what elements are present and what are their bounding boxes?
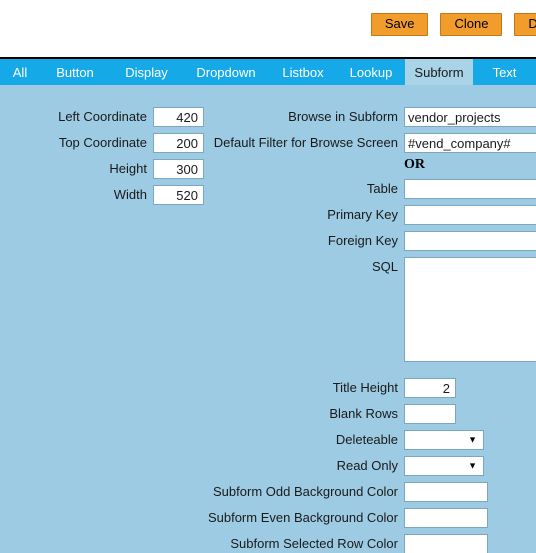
tab-display[interactable]: Display bbox=[110, 59, 183, 85]
sql-textarea[interactable] bbox=[404, 257, 536, 362]
deleteable-select[interactable]: ▼ bbox=[404, 430, 484, 450]
subform-properties-page: Save Clone Delete All Button Display Dro… bbox=[0, 0, 536, 553]
field-row-primary-key: Primary Key bbox=[204, 205, 536, 225]
clone-button[interactable]: Clone bbox=[440, 13, 503, 36]
default-filter-label: Default Filter for Browse Screen bbox=[213, 135, 398, 150]
read-only-select[interactable]: ▼ bbox=[404, 456, 484, 476]
field-row-odd-background-color: Subform Odd Background Color bbox=[204, 482, 488, 502]
field-row-read-only: Read Only ▼ bbox=[204, 456, 484, 476]
field-row-table: Table bbox=[204, 179, 536, 199]
top-toolbar: Save Clone Delete bbox=[0, 0, 536, 57]
selected-row-color-input[interactable] bbox=[404, 534, 488, 553]
odd-background-color-label: Subform Odd Background Color bbox=[213, 484, 398, 499]
save-button[interactable]: Save bbox=[370, 13, 429, 36]
field-row-even-background-color: Subform Even Background Color bbox=[204, 508, 488, 528]
height-label: Height bbox=[109, 161, 147, 176]
default-filter-input[interactable] bbox=[404, 133, 536, 153]
primary-key-input[interactable] bbox=[404, 205, 536, 225]
field-row-height: Height bbox=[0, 159, 204, 179]
primary-key-label: Primary Key bbox=[327, 207, 398, 222]
browse-in-subform-input[interactable] bbox=[404, 107, 536, 127]
width-input[interactable] bbox=[153, 185, 204, 205]
field-row-browse-in-subform: Browse in Subform bbox=[204, 107, 536, 127]
field-row-blank-rows: Blank Rows bbox=[204, 404, 456, 424]
foreign-key-label: Foreign Key bbox=[327, 233, 398, 248]
left-coordinate-input[interactable] bbox=[153, 107, 204, 127]
title-height-input[interactable] bbox=[404, 378, 456, 398]
read-only-label: Read Only bbox=[336, 458, 398, 473]
odd-background-color-input[interactable] bbox=[404, 482, 488, 502]
height-input[interactable] bbox=[153, 159, 204, 179]
field-row-selected-row-color: Subform Selected Row Color bbox=[204, 534, 488, 553]
field-row-deleteable: Deleteable ▼ bbox=[204, 430, 484, 450]
tab-lookup[interactable]: Lookup bbox=[337, 59, 405, 85]
tab-all[interactable]: All bbox=[0, 59, 40, 85]
chevron-down-icon: ▼ bbox=[468, 460, 477, 471]
blank-rows-label: Blank Rows bbox=[329, 406, 398, 421]
browse-in-subform-label: Browse in Subform bbox=[288, 109, 398, 124]
field-row-title-height: Title Height bbox=[204, 378, 456, 398]
left-coordinate-label: Left Coordinate bbox=[58, 109, 147, 124]
width-label: Width bbox=[113, 187, 147, 202]
tab-text[interactable]: Text bbox=[473, 59, 536, 85]
field-row-default-filter: Default Filter for Browse Screen bbox=[204, 133, 536, 153]
field-row-width: Width bbox=[0, 185, 204, 205]
even-background-color-label: Subform Even Background Color bbox=[207, 510, 398, 525]
selected-row-color-label: Subform Selected Row Color bbox=[230, 536, 398, 551]
field-row-top-coordinate: Top Coordinate bbox=[0, 133, 204, 153]
tab-subform[interactable]: Subform bbox=[405, 59, 473, 85]
toolbar-button-group: Save Clone Delete bbox=[370, 13, 536, 36]
field-row-left-coordinate: Left Coordinate bbox=[0, 107, 204, 127]
table-input[interactable] bbox=[404, 179, 536, 199]
tab-button[interactable]: Button bbox=[40, 59, 110, 85]
top-coordinate-input[interactable] bbox=[153, 133, 204, 153]
foreign-key-input[interactable] bbox=[404, 231, 536, 251]
tab-bar: All Button Display Dropdown Listbox Look… bbox=[0, 57, 536, 85]
blank-rows-input[interactable] bbox=[404, 404, 456, 424]
or-separator-label: OR bbox=[404, 157, 425, 172]
chevron-down-icon: ▼ bbox=[468, 434, 477, 445]
sql-label: SQL bbox=[371, 259, 398, 274]
title-height-label: Title Height bbox=[332, 380, 398, 395]
field-row-foreign-key: Foreign Key bbox=[204, 231, 536, 251]
delete-button[interactable]: Delete bbox=[514, 13, 536, 36]
tab-listbox[interactable]: Listbox bbox=[269, 59, 337, 85]
field-row-sql: SQL bbox=[204, 257, 536, 362]
tab-dropdown[interactable]: Dropdown bbox=[183, 59, 269, 85]
deleteable-label: Deleteable bbox=[335, 432, 398, 447]
top-coordinate-label: Top Coordinate bbox=[58, 135, 147, 150]
form-body: Left Coordinate Top Coordinate Height Wi… bbox=[0, 85, 536, 553]
table-label: Table bbox=[366, 181, 398, 196]
even-background-color-input[interactable] bbox=[404, 508, 488, 528]
